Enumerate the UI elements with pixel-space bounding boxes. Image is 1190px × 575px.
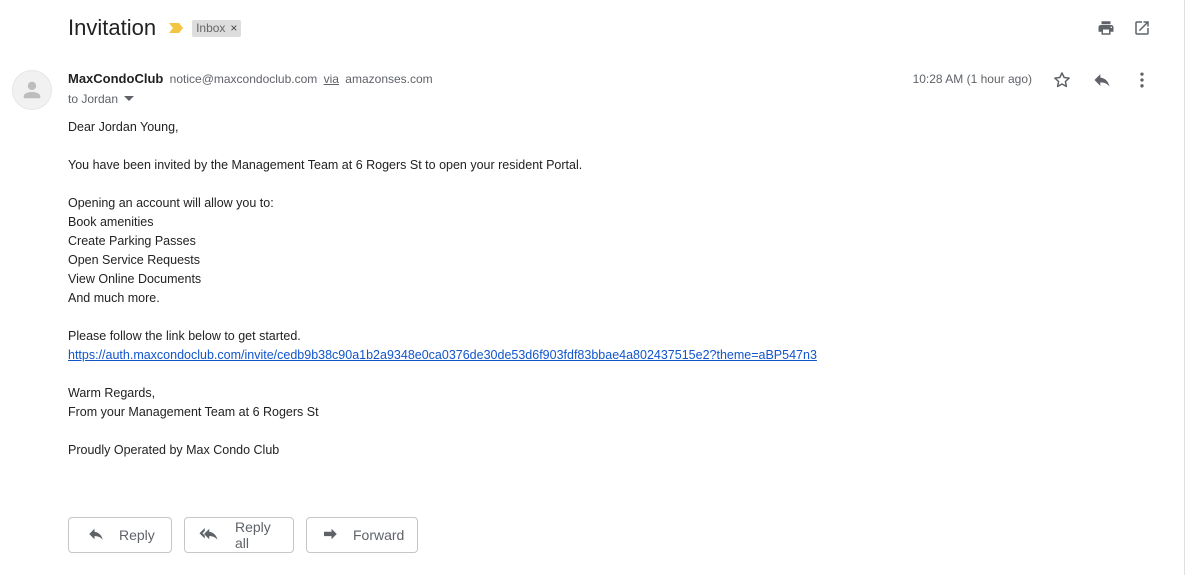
via-link[interactable]: via — [324, 72, 339, 86]
invite-text: You have been invited by the Management … — [68, 158, 583, 172]
person-icon — [23, 81, 41, 99]
feature-item: View Online Documents — [68, 272, 202, 286]
thread-actions — [1096, 18, 1152, 38]
operated-text: Proudly Operated by Max Condo Club — [68, 443, 280, 457]
reply-all-label: Reply all — [235, 519, 271, 551]
email-subject: Invitation — [68, 15, 157, 40]
invite-link[interactable]: https://auth.maxcondoclub.com/invite/ced… — [68, 348, 817, 362]
feature-item: Open Service Requests — [68, 253, 201, 267]
reply-icon[interactable] — [1092, 70, 1112, 90]
recipients-line: to Jordan — [68, 92, 135, 106]
more-vert-icon[interactable] — [1132, 70, 1152, 90]
sender-email: notice@maxcondoclub.com — [169, 72, 318, 86]
reply-all-button[interactable]: Reply all — [184, 517, 294, 553]
subject-row: Invitation Inbox × — [68, 14, 242, 42]
forward-button[interactable]: Forward — [306, 517, 418, 553]
scrollbar-track[interactable] — [1184, 0, 1185, 575]
reply-actions: Reply Reply all Forward — [68, 517, 418, 553]
reply-button[interactable]: Reply — [68, 517, 172, 553]
feature-item: Create Parking Passes — [68, 234, 196, 248]
star-icon[interactable] — [1052, 70, 1072, 90]
sender-avatar[interactable] — [12, 70, 52, 110]
remove-label-icon[interactable]: × — [230, 21, 237, 35]
recipients-text: to Jordan — [68, 92, 119, 106]
importance-marker-icon[interactable] — [168, 22, 184, 34]
print-icon[interactable] — [1096, 18, 1116, 38]
forward-label: Forward — [353, 527, 405, 543]
allow-intro: Opening an account will allow you to: — [68, 196, 274, 210]
sender-line: MaxCondoClub notice@maxcondoclub.com via… — [68, 71, 433, 86]
from-team-text: From your Management Team at 6 Rogers St — [68, 405, 319, 419]
forward-icon — [321, 525, 339, 546]
message-actions — [1052, 70, 1152, 90]
caret-down-icon[interactable] — [124, 96, 135, 102]
feature-item: Book amenities — [68, 215, 154, 229]
reply-all-icon — [199, 525, 221, 546]
regards-text: Warm Regards, — [68, 386, 156, 400]
follow-text: Please follow the link below to get star… — [68, 329, 301, 343]
feature-item: And much more. — [68, 291, 160, 305]
open-in-new-window-icon[interactable] — [1132, 18, 1152, 38]
email-body: Dear Jordan Young, You have been invited… — [68, 118, 817, 460]
greeting: Dear Jordan Young, — [68, 120, 179, 134]
via-domain: amazonses.com — [345, 72, 433, 86]
email-view: Invitation Inbox × MaxCondoClub notice@m… — [0, 0, 1190, 575]
reply-icon — [87, 525, 105, 546]
label-chip-inbox[interactable]: Inbox × — [192, 19, 242, 37]
sender-name[interactable]: MaxCondoClub — [68, 71, 163, 86]
label-chip-text: Inbox — [196, 20, 226, 35]
message-timestamp: 10:28 AM (1 hour ago) — [912, 72, 1032, 86]
reply-label: Reply — [119, 527, 155, 543]
